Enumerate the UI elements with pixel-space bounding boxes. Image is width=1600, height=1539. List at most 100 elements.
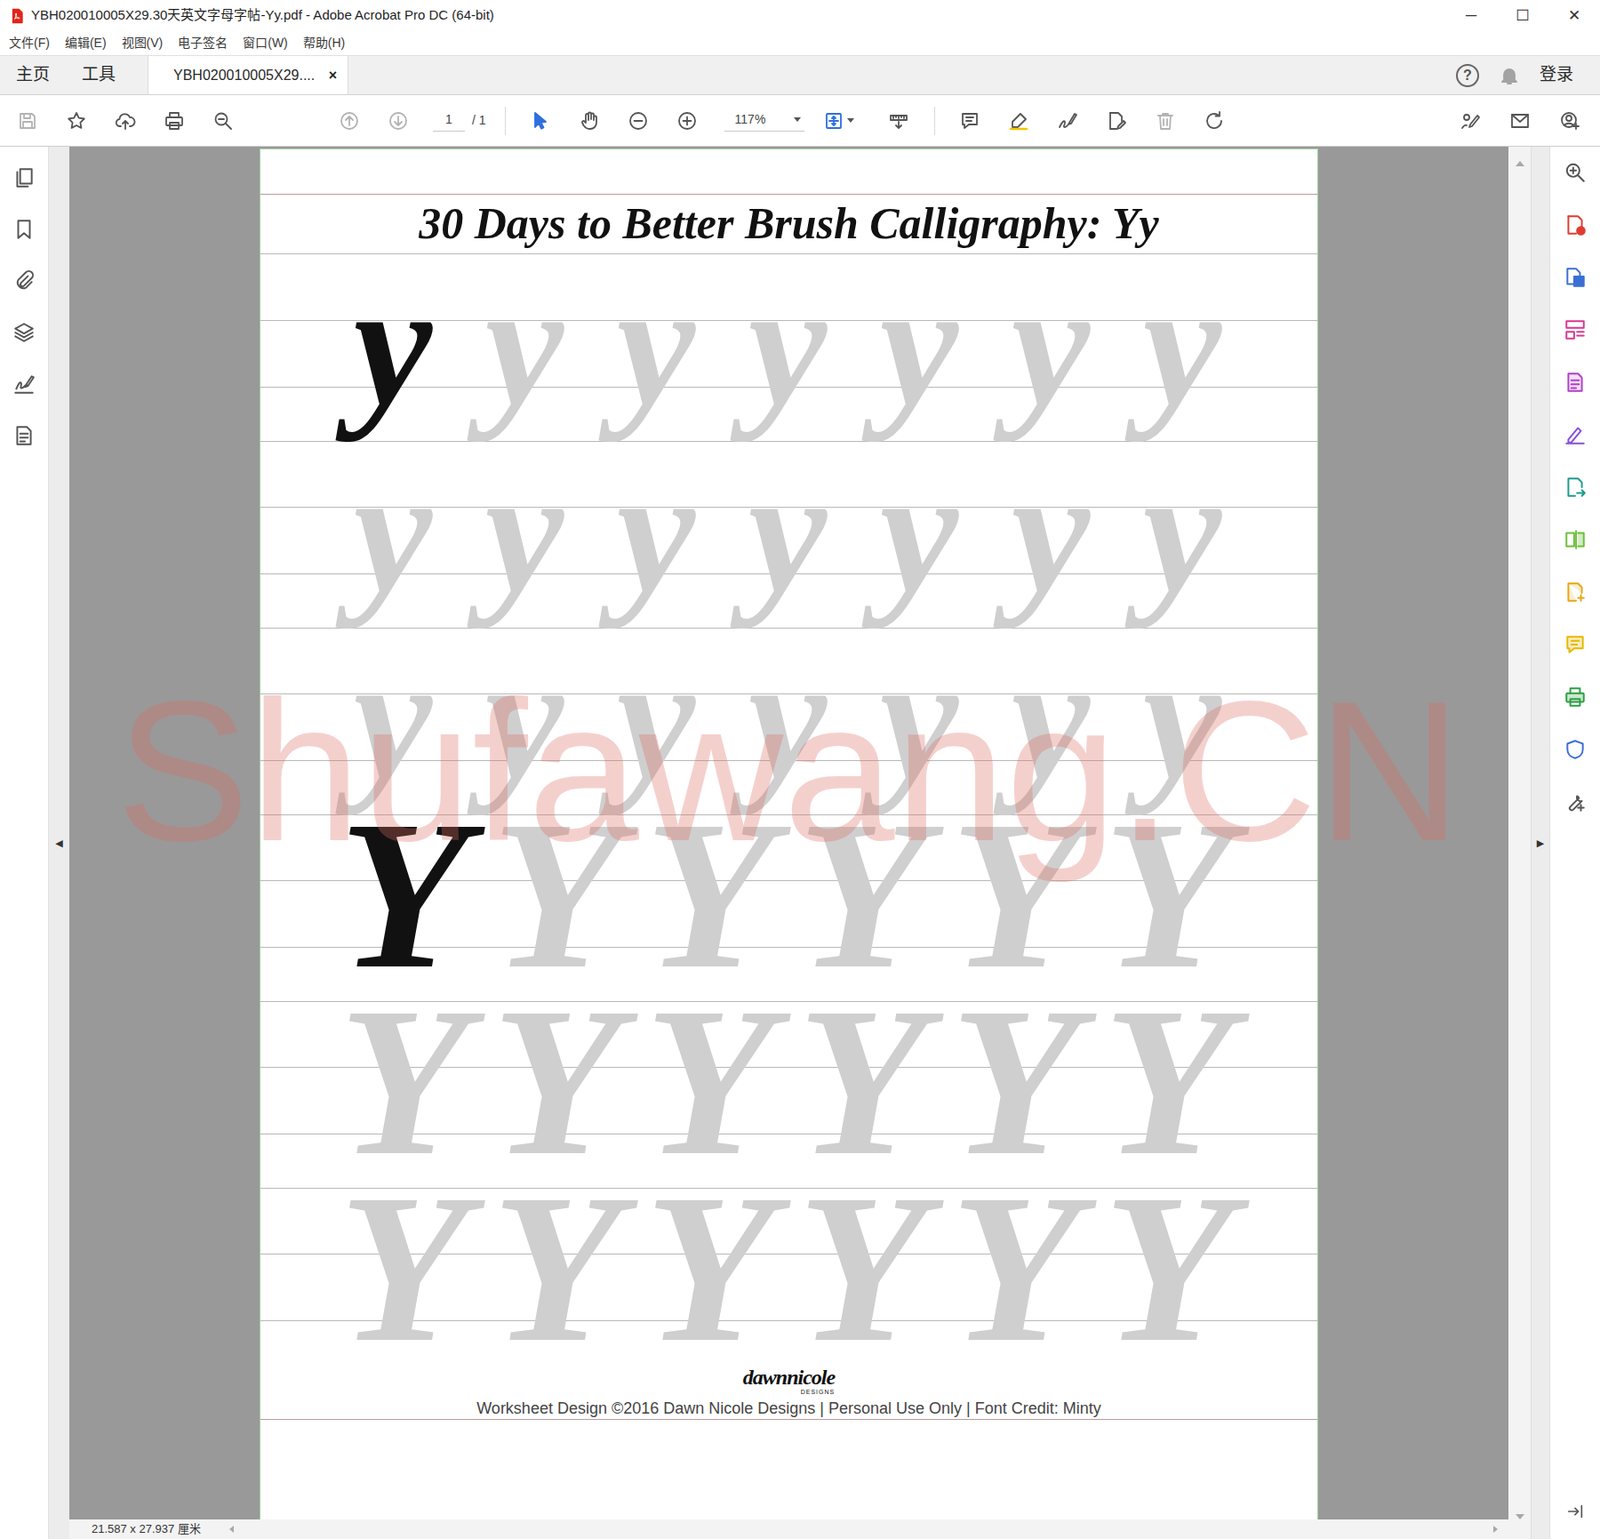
trace-letter: Y (327, 974, 480, 1188)
collapse-left-pane-button[interactable]: ◀ (48, 146, 70, 1539)
bell-icon[interactable] (1498, 64, 1520, 87)
login-button[interactable]: 登录 (1520, 62, 1600, 88)
maximize-button[interactable]: ☐ (1496, 0, 1549, 32)
print-production-icon[interactable] (1563, 685, 1587, 709)
trace-letter: y (1116, 628, 1248, 807)
layers-icon[interactable] (12, 320, 36, 344)
select-arrow-icon[interactable] (520, 103, 560, 139)
tools-pane (1549, 146, 1600, 1539)
delete-icon[interactable] (1145, 103, 1185, 139)
hand-icon[interactable] (569, 103, 609, 139)
menu-item[interactable]: 视图(V) (114, 33, 172, 53)
page-number-field[interactable]: 1 (432, 110, 465, 132)
mail-icon[interactable] (1500, 103, 1540, 139)
trace-letter: Y (1091, 787, 1245, 1001)
tab-kind: YBH020010005X29.... (173, 64, 315, 87)
find-icon[interactable] (203, 103, 243, 139)
nav-tab[interactable]: 主页 (0, 56, 66, 95)
trace-letter: Y (632, 787, 786, 1001)
page-size: 21.587 x 27.937 厘米 (91, 1520, 201, 1538)
attachments-icon[interactable] (12, 269, 36, 293)
zoom-field[interactable]: 117% (724, 110, 805, 132)
next-page-icon[interactable] (378, 103, 418, 139)
minimize-button[interactable]: ─ (1445, 0, 1497, 32)
upload-cloud-icon[interactable] (105, 103, 145, 139)
bookmarks-icon[interactable] (12, 217, 36, 241)
zoom-out-icon[interactable] (618, 103, 658, 139)
compare-files-icon[interactable] (1563, 528, 1587, 552)
add-user-icon[interactable] (1550, 103, 1590, 139)
logo-subtitle: DESIGNS (800, 1388, 836, 1395)
comment-tool-icon[interactable] (1563, 632, 1587, 656)
edit-stamp-icon[interactable] (1096, 103, 1136, 139)
bookmark-star-icon[interactable] (56, 103, 96, 139)
designer-logo: dawnnicoleDESIGNS (743, 1366, 835, 1399)
trace-letter: y (590, 441, 722, 620)
model-letter: y (327, 255, 459, 433)
enhance-search-icon[interactable] (1563, 160, 1587, 184)
collapse-right-pane-button[interactable]: ▶ (1530, 146, 1550, 1539)
print-icon[interactable] (154, 103, 194, 139)
scroll-down-icon[interactable] (1515, 1513, 1525, 1520)
measure-icon[interactable] (879, 103, 919, 139)
fill-sign-icon[interactable] (1450, 103, 1490, 139)
trace-letter: y (853, 441, 985, 620)
close-button[interactable]: ✕ (1548, 0, 1600, 32)
protect-icon[interactable] (1563, 737, 1587, 761)
sign-icon[interactable] (1048, 103, 1088, 139)
comment-icon[interactable] (950, 103, 990, 139)
zoom-value: 117% (735, 110, 767, 129)
vertical-scrollbar[interactable] (1508, 146, 1531, 1539)
fit-dropdown-icon[interactable] (847, 118, 855, 123)
trace-letter: Y (785, 787, 939, 1001)
highlight-icon[interactable] (999, 103, 1039, 139)
help-button[interactable]: ? (1456, 64, 1480, 88)
menu-item[interactable]: 文件(F) (1, 33, 58, 53)
trace-letter: Y (632, 974, 786, 1188)
previous-page-icon[interactable] (329, 103, 369, 139)
save-icon[interactable] (8, 103, 48, 139)
scroll-up-icon[interactable] (1515, 160, 1525, 167)
scroll-left-icon[interactable] (229, 1525, 234, 1533)
trace-letter: y (1116, 255, 1248, 433)
document-viewer: 30 Days to Better Brush Calligraphy: Yyy… (69, 146, 1509, 1539)
tab-label: YBH020010005X29.... (173, 67, 315, 83)
combine-files-icon[interactable] (1563, 580, 1587, 604)
trace-letter: y (1116, 441, 1248, 620)
toolbar: 1/ 1117% (0, 95, 1600, 147)
account-area: ? 登录 (1456, 56, 1600, 95)
menu-item[interactable]: 窗口(W) (235, 33, 296, 53)
menu-item[interactable]: 帮助(H) (296, 33, 353, 53)
scroll-right-icon[interactable] (1493, 1525, 1498, 1533)
export-pdf-icon[interactable] (1563, 265, 1587, 289)
signatures-icon[interactable] (12, 372, 36, 396)
status-bar: 21.587 x 27.937 厘米 (69, 1519, 1509, 1539)
rotate-icon[interactable] (1194, 103, 1234, 139)
trace-letter: y (590, 255, 722, 433)
menu-item[interactable]: 编辑(E) (57, 33, 115, 53)
trace-letter: Y (938, 974, 1092, 1188)
create-pdf-icon[interactable] (1563, 213, 1587, 237)
organize-pages-icon[interactable] (1563, 318, 1587, 342)
edit-pdf-icon[interactable] (1563, 370, 1587, 394)
watermark: Shufawang.CN (69, 671, 1509, 872)
more-tools-icon[interactable] (1563, 790, 1587, 814)
trace-letter: y (458, 628, 591, 807)
trace-letter: y (853, 255, 985, 433)
nav-tab[interactable]: 工具 (65, 56, 132, 95)
document-properties-icon[interactable] (12, 424, 36, 448)
document-tab[interactable]: YBH020010005X29.... × (147, 56, 349, 95)
zoom-in-icon[interactable] (667, 103, 707, 139)
send-for-review-icon[interactable] (1563, 475, 1587, 499)
page-thumbnails-icon[interactable] (12, 166, 36, 190)
collapse-tools-icon[interactable] (1565, 1501, 1585, 1521)
close-tab-button[interactable]: × (328, 64, 337, 87)
page-area: 30 Days to Better Brush Calligraphy: Yyy… (69, 146, 1509, 1520)
trace-letter: y (327, 441, 459, 620)
trace-letter: Y (938, 1160, 1092, 1375)
zoom-dropdown-icon[interactable] (793, 117, 801, 122)
trace-letter: y (721, 628, 854, 807)
menu-item[interactable]: 电子签名 (170, 33, 236, 53)
fill-sign-icon[interactable] (1563, 423, 1587, 447)
fit-page-icon[interactable] (816, 103, 862, 139)
